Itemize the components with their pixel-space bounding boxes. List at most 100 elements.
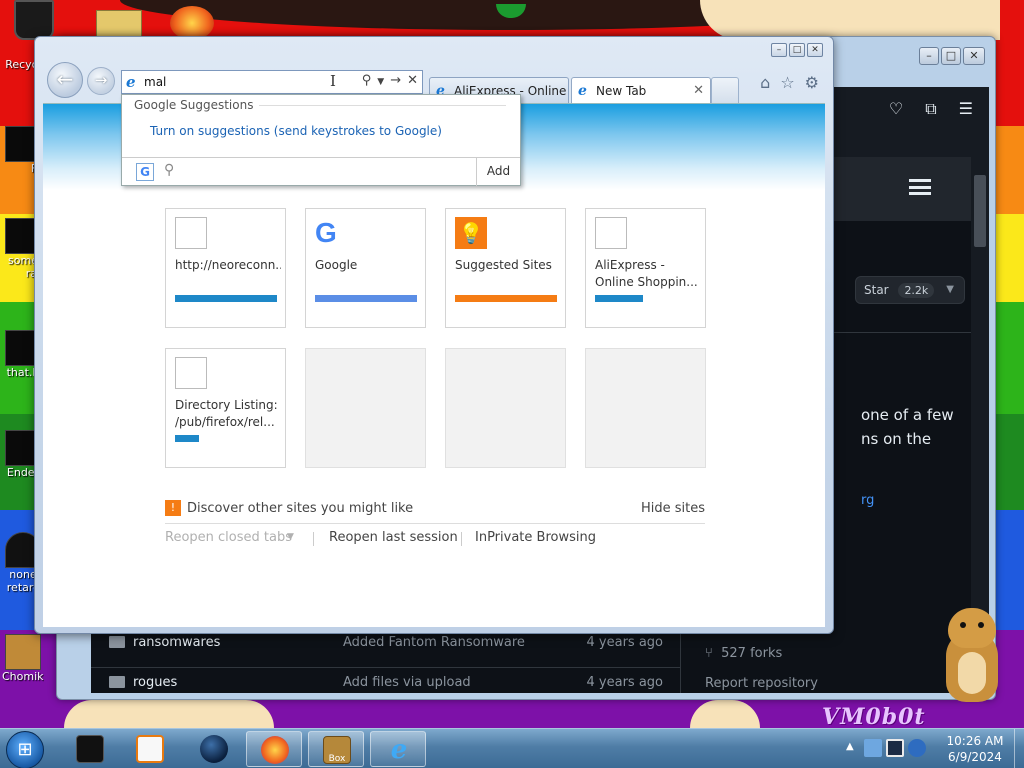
empty-tile[interactable] bbox=[585, 348, 706, 468]
taskbar-app-media-player[interactable] bbox=[122, 731, 178, 767]
add-provider-button[interactable]: Add bbox=[476, 158, 520, 186]
frequency-bar bbox=[175, 435, 199, 442]
hamster-sticker bbox=[940, 606, 1006, 704]
monitor-icon[interactable] bbox=[886, 739, 904, 757]
clock[interactable]: 10:26 AM 6/9/2024 bbox=[940, 733, 1010, 765]
tile-label: AliExpress - Online Shoppin... bbox=[595, 258, 698, 289]
discover-sites-bar: ! Discover other sites you might like Hi… bbox=[165, 500, 705, 524]
separator bbox=[461, 532, 462, 546]
desktop-icon-folder[interactable] bbox=[96, 10, 142, 38]
commit-message[interactable]: Added Fantom Ransomware bbox=[343, 635, 525, 650]
file-list: ransomwares Added Fantom Ransomware 4 ye… bbox=[91, 627, 681, 693]
hamster-box-icon: Box bbox=[323, 736, 351, 764]
maximize-button[interactable]: □ bbox=[941, 47, 961, 65]
description-line: ns on the bbox=[861, 430, 932, 448]
tile-label: Suggested Sites bbox=[455, 258, 552, 272]
close-button[interactable]: ✕ bbox=[963, 47, 985, 65]
text-cursor-icon: I bbox=[330, 72, 336, 90]
go-arrow-icon[interactable]: → bbox=[390, 73, 401, 91]
commit-message[interactable]: Add files via upload bbox=[343, 675, 471, 690]
tile-label: Directory Listing: /pub/firefox/rel... bbox=[175, 398, 278, 429]
close-icon[interactable]: ✕ bbox=[693, 83, 704, 98]
reopen-closed-tabs-link[interactable]: Reopen closed tabs bbox=[165, 530, 292, 545]
repo-link[interactable]: rg bbox=[861, 493, 874, 508]
description-line: one of a few bbox=[861, 406, 954, 424]
start-button[interactable]: ⊞ bbox=[6, 731, 44, 768]
star-icon[interactable]: ☆ bbox=[780, 73, 794, 92]
forks-count[interactable]: 527 forks bbox=[721, 646, 782, 661]
desktop-icon-recycle-bin[interactable] bbox=[14, 0, 54, 40]
close-icon[interactable]: ✕ bbox=[407, 73, 418, 91]
repo-sidebar: ⑂ 527 forks Report repository bbox=[705, 639, 818, 693]
desktop-icon-firefox-top[interactable] bbox=[170, 6, 214, 40]
minimize-button[interactable]: – bbox=[771, 43, 787, 57]
frequency-bar bbox=[595, 295, 643, 302]
turn-on-suggestions-link[interactable]: Turn on suggestions (send keystrokes to … bbox=[150, 124, 442, 138]
commit-time: 4 years ago bbox=[586, 675, 663, 690]
hide-sites-link[interactable]: Hide sites bbox=[641, 501, 705, 516]
search-icon[interactable]: ⚲ bbox=[362, 73, 372, 91]
taskbar-app-box[interactable]: Box bbox=[308, 731, 364, 767]
taskbar-app-firefox[interactable] bbox=[246, 731, 302, 767]
chevron-down-icon[interactable]: ▼ bbox=[377, 73, 384, 91]
back-button[interactable]: ← bbox=[47, 62, 83, 98]
discover-link[interactable]: Discover other sites you might like bbox=[187, 501, 413, 516]
site-tile[interactable]: Directory Listing: /pub/firefox/rel... bbox=[165, 348, 286, 468]
show-desktop-button[interactable] bbox=[1014, 729, 1024, 768]
maximize-button[interactable]: □ bbox=[789, 43, 805, 57]
site-tile[interactable]: AliExpress - Online Shoppin... bbox=[585, 208, 706, 328]
taskbar: ⊞ Box e ▲ 10:26 AM 6/9/2024 bbox=[0, 728, 1024, 768]
gear-icon[interactable]: ⚙ bbox=[805, 73, 819, 92]
report-link[interactable]: Report repository bbox=[705, 669, 818, 693]
file-name[interactable]: rogues bbox=[133, 675, 177, 690]
address-input[interactable] bbox=[144, 74, 344, 90]
scrollbar-thumb[interactable] bbox=[974, 175, 986, 247]
site-tile[interactable]: http://neoreconn... bbox=[165, 208, 286, 328]
minimize-button[interactable]: – bbox=[919, 47, 939, 65]
tab-label: New Tab bbox=[596, 84, 647, 98]
desktop-icon-chomik[interactable]: ChomikB bbox=[2, 634, 44, 683]
network-icon[interactable] bbox=[864, 739, 882, 757]
globe-icon bbox=[200, 735, 228, 763]
show-hidden-icons-button[interactable]: ▲ bbox=[846, 741, 854, 752]
hamburger-icon[interactable] bbox=[909, 179, 931, 195]
ie-icon: e bbox=[126, 73, 136, 91]
inprivate-link[interactable]: InPrivate Browsing bbox=[475, 530, 596, 545]
new-tab-button[interactable] bbox=[711, 77, 739, 103]
commit-time: 4 years ago bbox=[586, 635, 663, 650]
chevron-down-icon[interactable]: ▼ bbox=[287, 532, 294, 542]
google-provider-icon[interactable]: G bbox=[136, 163, 154, 181]
tab-new-tab[interactable]: e New Tab ✕ bbox=[571, 77, 711, 103]
star-label: Star bbox=[864, 283, 889, 297]
address-bar[interactable]: e I ⚲ ▼ → ✕ bbox=[121, 70, 423, 94]
close-button[interactable]: ✕ bbox=[807, 43, 823, 57]
lightbulb-icon: ! bbox=[165, 500, 181, 516]
file-name[interactable]: ransomwares bbox=[133, 635, 220, 650]
internet-explorer-window[interactable]: – □ ✕ ← → e I ⚲ ▼ → ✕ e AliExpress - Onl… bbox=[34, 36, 834, 634]
folder-icon bbox=[109, 676, 125, 688]
star-button[interactable]: Star 2.2k ▼ bbox=[855, 276, 965, 304]
repo-description: one of a few ns on the bbox=[861, 403, 954, 451]
table-row[interactable]: rogues Add files via upload 4 years ago bbox=[91, 667, 681, 693]
site-tile[interactable]: G Google bbox=[305, 208, 426, 328]
separator bbox=[313, 532, 314, 546]
media-player-icon bbox=[136, 735, 164, 763]
folder-icon bbox=[109, 636, 125, 648]
forward-button[interactable]: → bbox=[87, 67, 115, 95]
volume-icon[interactable] bbox=[908, 739, 926, 757]
site-tile[interactable]: 💡 Suggested Sites bbox=[445, 208, 566, 328]
extensions-icon[interactable]: ⧉ bbox=[925, 99, 936, 119]
search-icon[interactable]: ⚲ bbox=[164, 162, 174, 178]
empty-tile[interactable] bbox=[445, 348, 566, 468]
taskbar-app-globe[interactable] bbox=[186, 731, 242, 767]
divider bbox=[831, 332, 971, 333]
menu-icon[interactable]: ☰ bbox=[959, 99, 973, 119]
empty-tile[interactable] bbox=[305, 348, 426, 468]
home-icon[interactable]: ⌂ bbox=[760, 73, 770, 92]
frequency-bar bbox=[315, 295, 417, 302]
taskbar-app-terminal[interactable] bbox=[62, 731, 118, 767]
reopen-last-session-link[interactable]: Reopen last session bbox=[329, 530, 458, 545]
pocket-icon[interactable]: ♡ bbox=[889, 99, 903, 119]
frequency-bar bbox=[175, 295, 277, 302]
taskbar-app-ie[interactable]: e bbox=[370, 731, 426, 767]
